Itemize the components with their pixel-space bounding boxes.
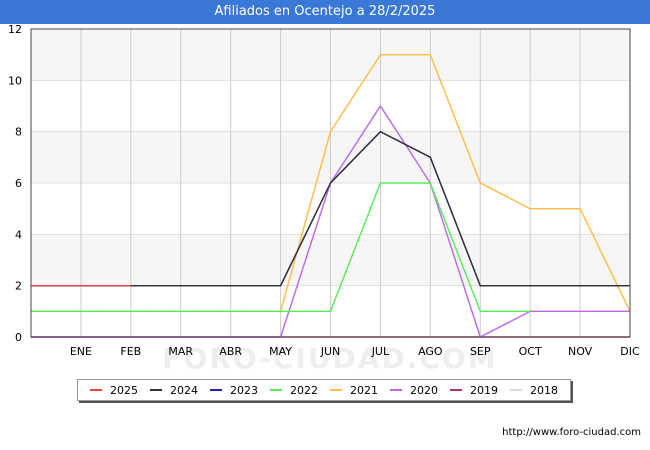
legend-label: 2018	[530, 383, 558, 397]
legend-label: 2023	[230, 383, 258, 397]
x-tick-label: JUL	[371, 345, 390, 358]
y-tick-label: 8	[15, 126, 22, 139]
x-tick-label: MAR	[168, 345, 193, 358]
legend-swatch	[450, 389, 462, 391]
legend-entry-2023: 2023	[210, 384, 258, 397]
y-tick-label: 6	[15, 177, 22, 190]
legend-label: 2019	[470, 383, 498, 397]
x-tick-label: MAY	[269, 345, 292, 358]
x-tick-label: AGO	[418, 345, 443, 358]
x-tick-label: JUN	[320, 345, 341, 358]
legend-entry-2022: 2022	[270, 384, 318, 397]
source-url: http://www.foro-ciudad.com	[502, 427, 641, 438]
legend-entry-2024: 2024	[150, 384, 198, 397]
y-tick-label: 12	[8, 23, 22, 36]
x-tick-label: ENE	[70, 345, 92, 358]
legend-entry-2020: 2020	[390, 384, 438, 397]
legend-entry-2018: 2018	[510, 384, 558, 397]
legend-swatch	[210, 389, 222, 391]
x-tick-label: DIC	[620, 345, 640, 358]
legend-label: 2020	[410, 383, 438, 397]
x-tick-label: SEP	[470, 345, 491, 358]
legend-label: 2022	[290, 383, 318, 397]
legend-label: 2024	[170, 383, 198, 397]
y-tick-label: 2	[15, 280, 22, 293]
x-tick-label: ABR	[219, 345, 242, 358]
legend-swatch	[150, 389, 162, 391]
legend-swatch	[510, 389, 522, 391]
y-tick-label: 0	[15, 331, 22, 344]
legend-swatch	[330, 389, 342, 391]
y-tick-label: 4	[15, 228, 22, 241]
legend-entry-2021: 2021	[330, 384, 378, 397]
x-tick-label: OCT	[519, 345, 542, 358]
legend-swatch	[390, 389, 402, 391]
legend: 2025 2024 2023 2022 2021 2020 2019 2018	[77, 379, 571, 401]
legend-swatch	[90, 389, 102, 391]
y-tick-label: 10	[8, 74, 22, 87]
y-axis-ticks: 0 2 4 6 8 10 12	[8, 23, 22, 344]
x-tick-label: NOV	[568, 345, 593, 358]
legend-label: 2021	[350, 383, 378, 397]
x-tick-label: FEB	[120, 345, 141, 358]
legend-swatch	[270, 389, 282, 391]
legend-label: 2025	[110, 383, 138, 397]
legend-entry-2019: 2019	[450, 384, 498, 397]
legend-entry-2025: 2025	[90, 384, 138, 397]
